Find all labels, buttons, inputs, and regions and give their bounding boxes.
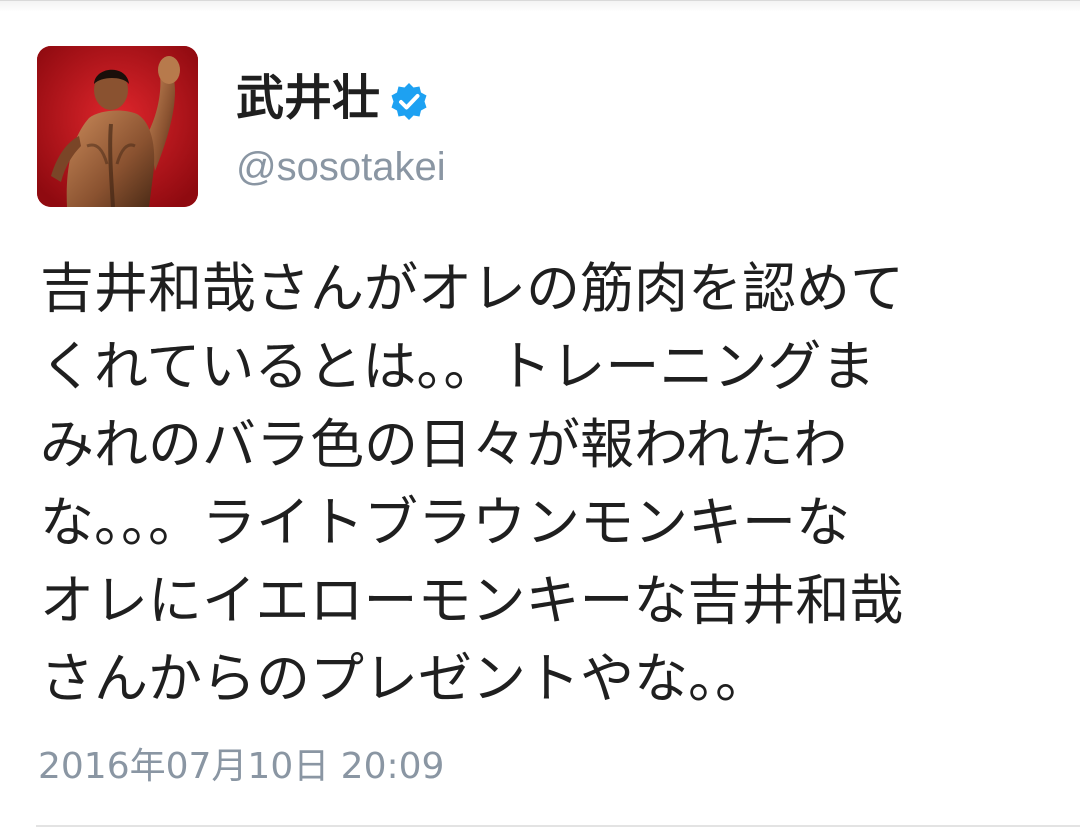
display-name[interactable]: 武井壮: [236, 68, 380, 128]
tweet-text-line: みれのバラ色の日々が報われたわ: [40, 413, 848, 476]
tweet-text-line: 吉井和哉さんがオレの筋肉を認めて: [40, 257, 904, 320]
top-divider: [0, 0, 1080, 12]
avatar[interactable]: [37, 46, 198, 207]
user-handle[interactable]: @sosotakei: [236, 141, 446, 193]
profile-photo: [37, 46, 198, 207]
tweet-text-line: な。。。ライトブラウンモンキーな: [40, 491, 850, 554]
tweet-timestamp[interactable]: 2016年07月10日 20:09: [38, 743, 444, 791]
tweet-body: 吉井和哉さんがオレの筋肉を認めて くれているとは。。トレーニングま みれのバラ色…: [40, 250, 1040, 718]
verified-badge-icon: [388, 77, 430, 120]
tweet-text-line: さんからのプレゼントやな。。: [40, 647, 769, 710]
bottom-divider: [36, 825, 1080, 827]
tweet-text-line: くれているとは。。トレーニングま: [40, 335, 876, 398]
tweet-text-line: オレにイエローモンキーな吉井和哉: [40, 569, 904, 632]
display-name-row: 武井壮: [236, 68, 430, 128]
